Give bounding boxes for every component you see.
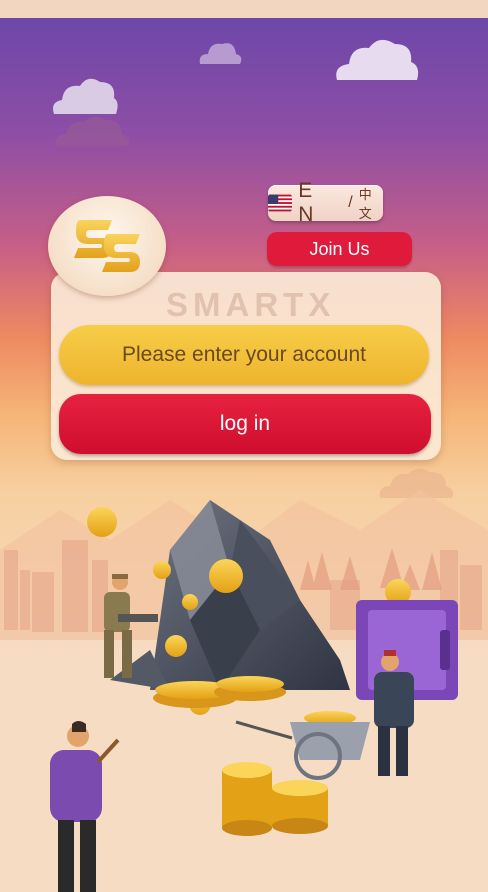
language-separator: / — [348, 194, 353, 211]
account-input[interactable] — [59, 325, 429, 385]
language-switch-button[interactable]: E N / 中文 — [268, 179, 383, 226]
brand-logo-badge — [48, 196, 166, 296]
brand-watermark: SMARTX — [166, 286, 336, 323]
language-zh-label[interactable]: 中文 — [359, 184, 383, 222]
man-with-bat-figure — [50, 721, 120, 892]
join-us-button[interactable]: Join Us — [267, 232, 412, 266]
cloud-icon — [333, 34, 419, 82]
mining-illustration — [0, 490, 488, 892]
cloud-icon — [196, 36, 244, 66]
us-flag-icon — [268, 194, 293, 212]
cloud-icon — [50, 74, 120, 116]
cloud-icon — [52, 112, 132, 148]
ss-logo-icon — [74, 220, 140, 272]
top-status-strip — [0, 0, 488, 18]
login-button[interactable]: log in — [59, 394, 431, 454]
language-en-label[interactable]: E N — [298, 179, 342, 227]
